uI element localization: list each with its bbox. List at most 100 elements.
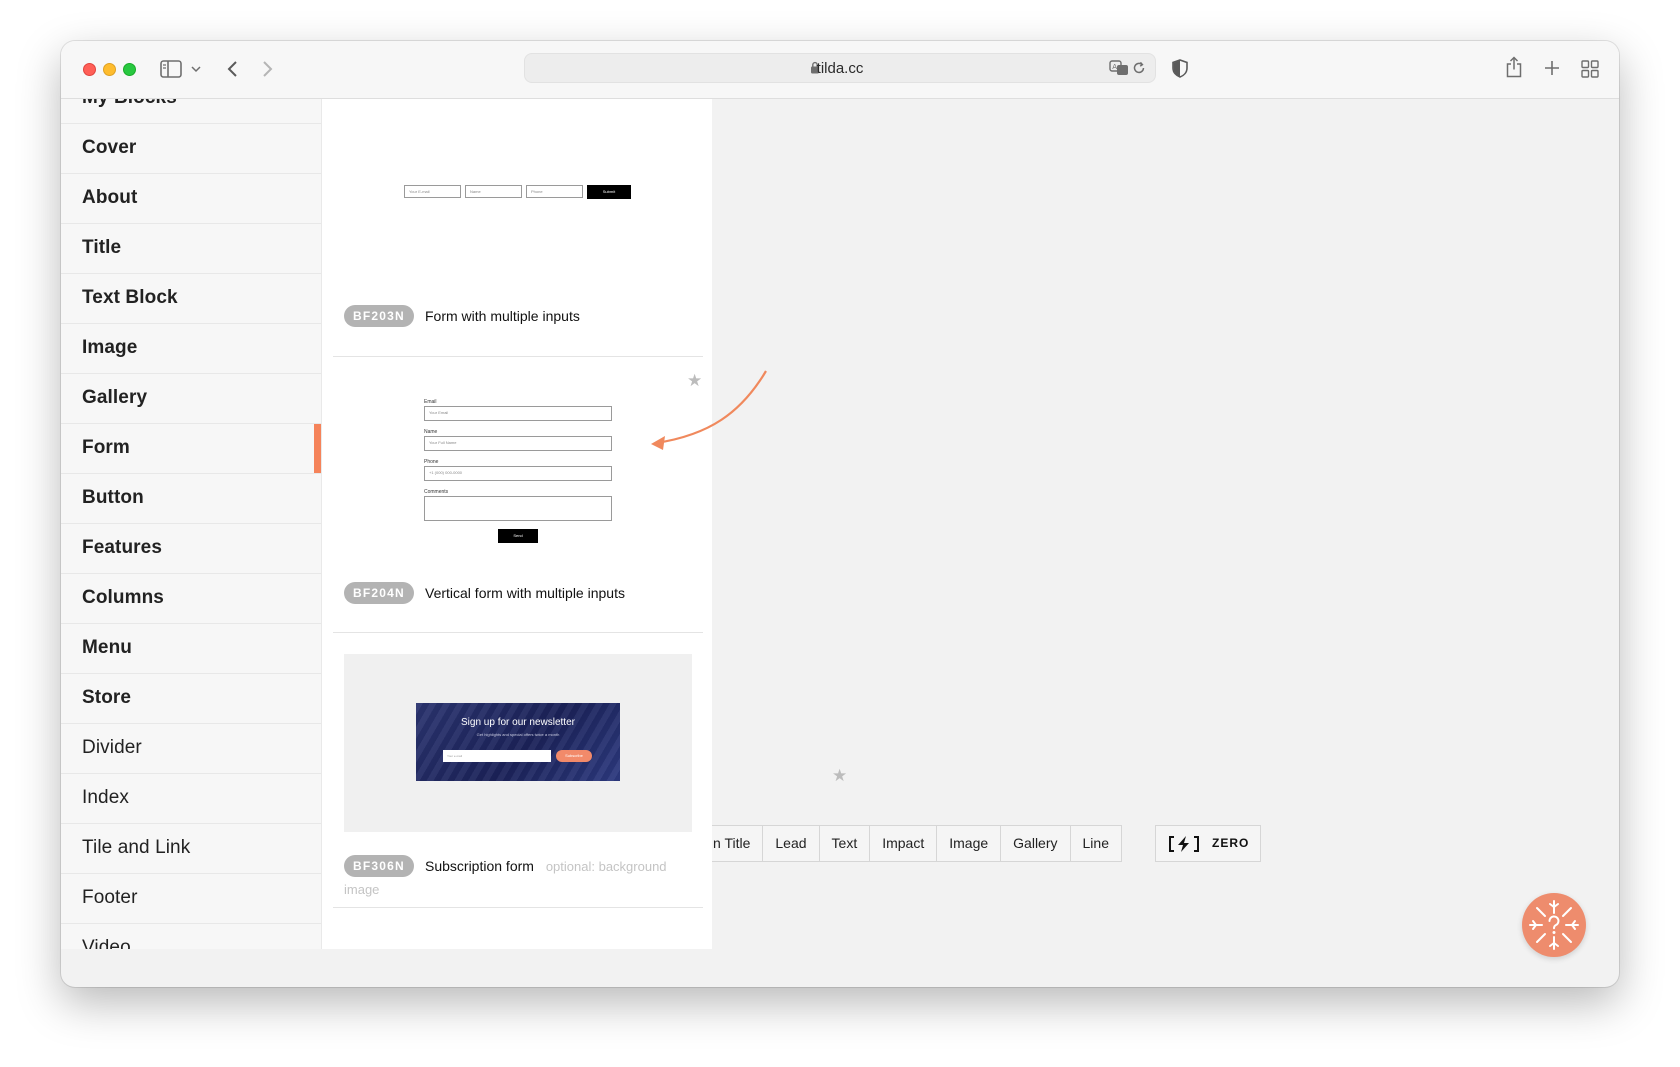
sidebar-item-label: Video <box>82 937 131 949</box>
preview-send-button: Send <box>498 529 538 543</box>
reload-icon[interactable] <box>1132 61 1146 80</box>
quick-add-impact[interactable]: Impact <box>869 826 936 861</box>
sidebar-item-form[interactable]: Form <box>61 424 321 474</box>
close-window-button[interactable] <box>83 63 96 76</box>
quick-add-gallery[interactable]: Gallery <box>1000 826 1069 861</box>
quick-add-title-prefix: n <box>713 835 725 851</box>
block-title: Form with multiple inputs <box>425 308 580 324</box>
preview-textarea <box>424 496 612 521</box>
address-bar[interactable]: tilda.cc A <box>524 53 1156 83</box>
newsletter-heading: Sign up for our newsletter <box>461 717 575 728</box>
sidebar-item-gallery[interactable]: Gallery <box>61 374 321 424</box>
preview-input: Your Email <box>424 406 612 421</box>
sidebar-item-my-blocks[interactable]: My Blocks <box>61 99 321 124</box>
newsletter-subscribe-button: Subscribe <box>556 750 592 762</box>
block-category-sidebar: My Blocks Cover About Title Text Block I… <box>61 99 322 949</box>
sidebar-item-label: Image <box>82 337 138 358</box>
sidebar-item-features[interactable]: Features <box>61 524 321 574</box>
sidebar-item-tile-and-link[interactable]: Tile and Link <box>61 824 321 874</box>
sidebar-item-image[interactable]: Image <box>61 324 321 374</box>
forward-icon[interactable] <box>262 60 274 78</box>
sidebar-item-label: Footer <box>82 887 138 908</box>
block-title: Subscription form optional: background <box>425 858 667 874</box>
sidebar-item-label: Columns <box>82 587 164 608</box>
block-card-bf306n[interactable]: Sign up for our newsletter Get highlight… <box>333 633 703 908</box>
translate-icon[interactable]: A <box>1109 60 1129 81</box>
newsletter-email-input: Your e-mail <box>443 750 551 762</box>
preview-input: Your E-mail <box>404 185 461 198</box>
help-button[interactable] <box>1522 893 1586 957</box>
quick-add-bar: n Title Lead Text Impact Image Gallery L… <box>712 825 1122 862</box>
preview-field-label: Comments <box>424 489 449 495</box>
quick-add-lead[interactable]: Lead <box>762 826 818 861</box>
quick-add-line[interactable]: Line <box>1069 826 1121 861</box>
sidebar-item-label: Store <box>82 687 132 708</box>
quick-add-text[interactable]: Text <box>818 826 870 861</box>
zero-block-label: ZERO <box>1212 836 1250 850</box>
preview-input: Name <box>465 185 522 198</box>
help-snowflake-icon <box>1529 900 1579 950</box>
preview-background: Sign up for our newsletter Get highlight… <box>344 654 692 832</box>
sidebar-item-cover[interactable]: Cover <box>61 124 321 174</box>
browser-window: tilda.cc A My Blocks Cover About Title T… <box>61 41 1619 987</box>
sidebar-item-video[interactable]: Video <box>61 924 321 949</box>
privacy-shield-icon[interactable] <box>1172 59 1188 78</box>
sidebar-item-about[interactable]: About <box>61 174 321 224</box>
preview-field-label: Email <box>424 399 437 405</box>
favorite-star-icon[interactable]: ★ <box>832 766 847 786</box>
sidebar-item-text-block[interactable]: Text Block <box>61 274 321 324</box>
sidebar-item-label: Menu <box>82 637 133 658</box>
browser-toolbar: tilda.cc A <box>61 41 1619 99</box>
url-text: tilda.cc <box>816 60 864 77</box>
favorite-star-icon[interactable]: ★ <box>687 371 702 391</box>
sidebar-item-label: Title <box>82 237 122 258</box>
sidebar-item-label: My Blocks <box>82 99 177 109</box>
zero-block-icon <box>1168 835 1200 858</box>
block-card-bf203n[interactable]: Your E-mail Name Phone Submit BF203N For… <box>333 99 703 357</box>
block-code-badge: BF306N <box>344 855 414 877</box>
quick-add-title[interactable]: n Title <box>712 826 762 861</box>
sidebar-item-label: Features <box>82 537 163 558</box>
sidebar-item-label: Gallery <box>82 387 148 408</box>
block-optional-note: optional: background <box>545 859 667 874</box>
sidebar-item-label: Divider <box>82 737 142 758</box>
block-library-panel: Your E-mail Name Phone Submit BF203N For… <box>322 99 712 949</box>
sidebar-item-label: Tile and Link <box>82 837 191 858</box>
back-icon[interactable] <box>226 60 238 78</box>
sidebar-item-divider[interactable]: Divider <box>61 724 321 774</box>
sidebar-item-button[interactable]: Button <box>61 474 321 524</box>
preview-submit-button: Submit <box>587 185 631 199</box>
newsletter-preview: Sign up for our newsletter Get highlight… <box>416 703 620 781</box>
preview-field-label: Phone <box>424 459 439 465</box>
new-tab-icon[interactable] <box>1544 60 1560 76</box>
sidebar-item-store[interactable]: Store <box>61 674 321 724</box>
minimize-window-button[interactable] <box>103 63 116 76</box>
sidebar-item-label: Index <box>82 787 129 808</box>
sidebar-item-label: Form <box>82 437 130 458</box>
preview-input: Your Full Name <box>424 436 612 451</box>
block-code-badge: BF203N <box>344 305 414 327</box>
block-title: Vertical form with multiple inputs <box>425 585 625 601</box>
sidebar-item-menu[interactable]: Menu <box>61 624 321 674</box>
preview-input: Phone <box>526 185 583 198</box>
block-card-bf204n[interactable]: ★ Email Your Email Name Your Full Name P… <box>333 357 703 633</box>
sidebar-item-index[interactable]: Index <box>61 774 321 824</box>
sidebar-toggle-icon[interactable] <box>160 60 182 78</box>
sidebar-item-label: About <box>82 187 138 208</box>
newsletter-subheading: Get highlights and special offers twice … <box>476 732 560 737</box>
tab-overview-icon[interactable] <box>1581 60 1599 78</box>
sidebar-item-footer[interactable]: Footer <box>61 874 321 924</box>
zero-block-button[interactable]: ZERO <box>1155 825 1261 862</box>
sidebar-item-label: Button <box>82 487 144 508</box>
block-optional-note-continued: image <box>344 882 380 897</box>
zoom-window-button[interactable] <box>123 63 136 76</box>
sidebar-item-label: Cover <box>82 137 137 158</box>
svg-text:A: A <box>1112 63 1117 71</box>
share-icon[interactable] <box>1505 56 1523 78</box>
chevron-down-icon[interactable] <box>191 66 201 73</box>
sidebar-item-label: Text Block <box>82 287 178 308</box>
quick-add-image[interactable]: Image <box>936 826 1000 861</box>
sidebar-item-title[interactable]: Title <box>61 224 321 274</box>
sidebar-item-columns[interactable]: Columns <box>61 574 321 624</box>
preview-input: +1 (000) 000-0000 <box>424 466 612 481</box>
